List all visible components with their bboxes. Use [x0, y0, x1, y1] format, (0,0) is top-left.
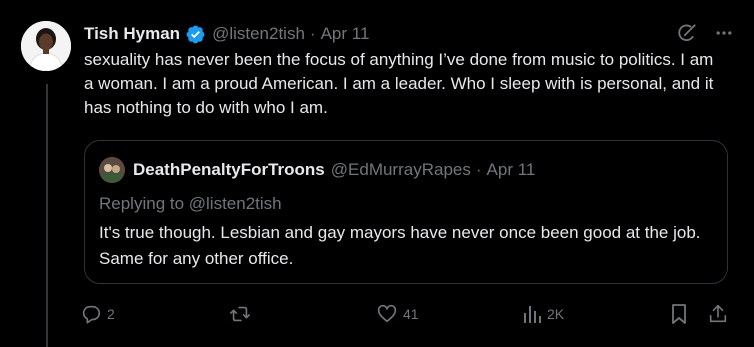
quote-avatar [99, 157, 125, 183]
share-button[interactable] [707, 299, 729, 329]
view-count: 2K [547, 306, 565, 322]
views-button[interactable]: 2K [522, 299, 564, 329]
retweet-button[interactable] [228, 299, 257, 329]
share-icon [707, 303, 729, 325]
bookmark-button[interactable] [669, 299, 689, 329]
verified-badge-icon[interactable] [185, 24, 206, 45]
views-icon [522, 303, 542, 325]
quoted-tweet[interactable]: DeathPenaltyForTroons @EdMurrayRapes · A… [84, 140, 728, 284]
quote-text: It's true though. Lesbian and gay mayors… [99, 223, 701, 268]
tweet-actions: 2 41 2K [0, 299, 754, 329]
tweet-date[interactable]: Apr 11 [321, 24, 370, 44]
tweet-header: Tish Hyman @listen2tish · Apr 11 [84, 22, 369, 46]
reply-count: 2 [107, 306, 115, 322]
quote-author-handle: @EdMurrayRapes [330, 160, 471, 179]
tweet-top-actions [676, 22, 734, 44]
bookmark-icon [669, 303, 689, 325]
reply-button[interactable]: 2 [80, 299, 115, 329]
grok-icon[interactable] [676, 22, 698, 44]
quote-date: Apr 11 [486, 160, 536, 179]
quote-author-name: DeathPenaltyForTroons [133, 160, 325, 179]
more-icon[interactable] [714, 23, 734, 43]
retweet-icon [228, 303, 252, 325]
author-name[interactable]: Tish Hyman [84, 24, 180, 44]
quote-replying-to: Replying to @listen2tish [99, 194, 282, 213]
author-handle[interactable]: @listen2tish [212, 24, 305, 44]
avatar[interactable] [21, 21, 71, 71]
quote-separator: · [475, 160, 482, 179]
avatar-image [21, 21, 71, 71]
quote-header: DeathPenaltyForTroons @EdMurrayRapes · A… [99, 157, 535, 183]
reply-icon [80, 303, 102, 325]
like-icon [376, 303, 398, 325]
tweet-text: sexuality has never been the focus of an… [84, 50, 714, 117]
header-separator: · [309, 24, 316, 43]
like-count: 41 [403, 306, 419, 322]
like-button[interactable]: 41 [376, 299, 419, 329]
